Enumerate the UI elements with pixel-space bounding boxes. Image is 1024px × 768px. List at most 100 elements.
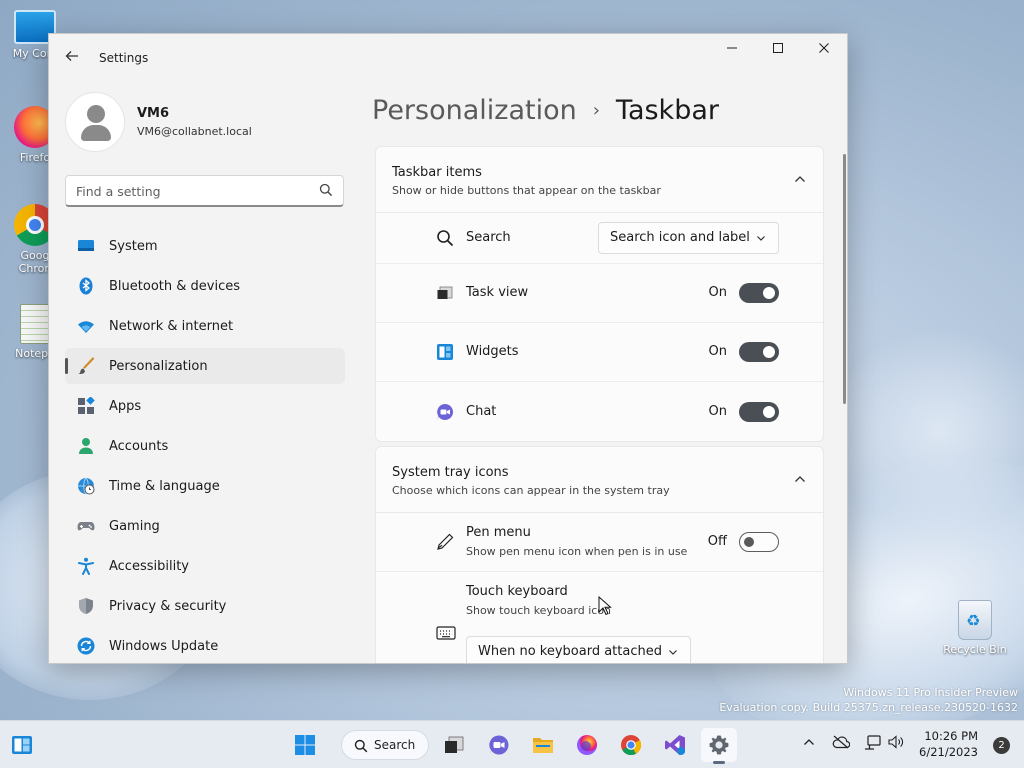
toggle-state-label: On [708,344,727,359]
minimize-button[interactable] [709,34,755,66]
breadcrumb-separator: › [592,99,600,121]
taskbar-items-section: Taskbar items Show or hide buttons that … [375,146,824,442]
widgets-toggle[interactable] [739,342,779,362]
sidebar-item-label: Windows Update [109,638,219,654]
settings-taskbar-button[interactable] [701,728,737,764]
section-subtitle: Show or hide buttons that appear on the … [392,184,661,197]
chrome-taskbar-button[interactable] [613,728,649,762]
user-profile[interactable]: VM6 VM6@collabnet.local [65,92,345,154]
wallpaper-bloom [830,330,1024,530]
desktop-icon-recycle-bin[interactable]: ♻ Recycle Bin [940,600,1010,656]
taskbar-items-header[interactable]: Taskbar items Show or hide buttons that … [376,147,823,213]
sidebar-item-personalization[interactable]: Personalization [65,348,345,384]
system-tray-icons-section: System tray icons Choose which icons can… [375,446,824,663]
widgets-icon [437,344,453,360]
sidebar-item-label: Network & internet [109,318,234,334]
sidebar-item-accessibility[interactable]: Accessibility [65,548,345,584]
touch-keyboard-dropdown[interactable]: When no keyboard attached [466,636,691,663]
scrollbar[interactable] [843,154,846,404]
find-setting-search[interactable] [65,175,344,207]
setting-description: Show pen menu icon when pen is in use [466,545,688,558]
chevron-up-icon[interactable] [793,472,807,486]
watermark-line: Evaluation copy. Build 25375.zn_release.… [719,701,1018,714]
sidebar-item-apps[interactable]: Apps [65,388,345,424]
chat-setting-row: Chat On [376,382,823,441]
gamepad-icon [77,517,95,535]
chevron-up-icon [804,739,814,745]
chevron-up-icon[interactable] [793,172,807,186]
touch-keyboard-setting-row: Touch keyboard Show touch keyboard icon … [376,572,823,663]
clock-time: 10:26 PM [924,729,978,743]
task-view-toggle[interactable] [739,283,779,303]
pen-menu-toggle[interactable] [739,532,779,552]
notification-badge[interactable]: 2 [993,737,1010,754]
widgets-taskbar-button[interactable] [4,728,40,762]
section-title: System tray icons [392,465,509,480]
gear-icon [709,735,729,755]
maximize-button[interactable] [755,34,801,66]
shield-icon [77,597,95,615]
dropdown-value: When no keyboard attached [478,644,662,659]
toggle-state-label: On [708,285,727,300]
setting-label: Chat [466,403,497,419]
sidebar-item-time-language[interactable]: Time & language [65,468,345,504]
recycle-bin-icon: ♻ [958,600,992,640]
clock-date: 6/21/2023 [919,745,978,759]
sidebar-item-label: Accessibility [109,558,189,574]
minimize-icon [727,47,737,49]
update-icon [77,637,95,655]
taskbar-clock[interactable]: 10:26 PM 6/21/2023 [919,728,978,760]
firefox-taskbar-button[interactable] [569,728,605,762]
onedrive-icon[interactable] [832,735,851,753]
desktop-icon-label: Recycle Bin [943,643,1007,656]
system-tray-icons-header[interactable]: System tray icons Choose which icons can… [376,447,823,513]
setting-label: Touch keyboard [466,584,568,599]
toggle-state-label: On [708,403,727,419]
sidebar-item-system[interactable]: System [65,228,345,264]
notepad-icon [20,304,50,344]
breadcrumb-parent[interactable]: Personalization [372,95,577,126]
sidebar-item-privacy-security[interactable]: Privacy & security [65,588,345,624]
sidebar-item-gaming[interactable]: Gaming [65,508,345,544]
taskbar-search-button[interactable]: Search [341,730,429,760]
search-icon [319,183,333,197]
widgets-icon [12,736,32,754]
task-view-taskbar-button[interactable] [436,728,472,762]
person-icon-body [81,125,111,141]
accounts-icon [77,437,95,455]
keyboard-icon [436,626,456,640]
setting-label: Pen menu [466,525,531,540]
chat-toggle[interactable] [739,401,779,422]
show-hidden-icons-button[interactable] [802,735,816,753]
start-button[interactable] [287,728,323,762]
close-button[interactable] [801,34,847,66]
back-button[interactable] [61,47,83,69]
network-icon[interactable] [864,735,882,755]
visual-studio-taskbar-button[interactable] [657,728,693,762]
search-input[interactable] [76,182,306,200]
chat-taskbar-button[interactable] [481,728,517,762]
search-mode-dropdown[interactable]: Search icon and label [598,222,779,254]
settings-window: Settings VM6 VM6@collabnet.local System [48,33,848,664]
sidebar-item-windows-update[interactable]: Windows Update [65,628,345,663]
title-bar[interactable]: Settings [49,34,847,82]
sidebar-item-accounts[interactable]: Accounts [65,428,345,464]
evaluation-watermark: Windows 11 Pro Insider Preview Evaluatio… [719,685,1018,715]
setting-label: Search [466,230,511,245]
chevron-down-icon [757,236,765,241]
sidebar-item-network[interactable]: Network & internet [65,308,345,344]
setting-description: Show touch keyboard icon [466,604,612,617]
mouse-cursor-icon [598,596,612,616]
search-setting-row: Search Search icon and label [376,213,823,264]
globe-clock-icon [77,477,95,495]
file-explorer-taskbar-button[interactable] [525,728,561,762]
profile-name: VM6 [137,106,170,121]
sidebar-item-bluetooth[interactable]: Bluetooth & devices [65,268,345,304]
chat-icon [489,735,509,755]
setting-label: Task view [466,285,529,300]
breadcrumb: Personalization › Taskbar [372,90,719,130]
volume-icon[interactable] [888,735,904,753]
sidebar-item-label: Time & language [109,478,220,494]
accessibility-icon [77,557,95,575]
dropdown-value: Search icon and label [610,230,750,245]
